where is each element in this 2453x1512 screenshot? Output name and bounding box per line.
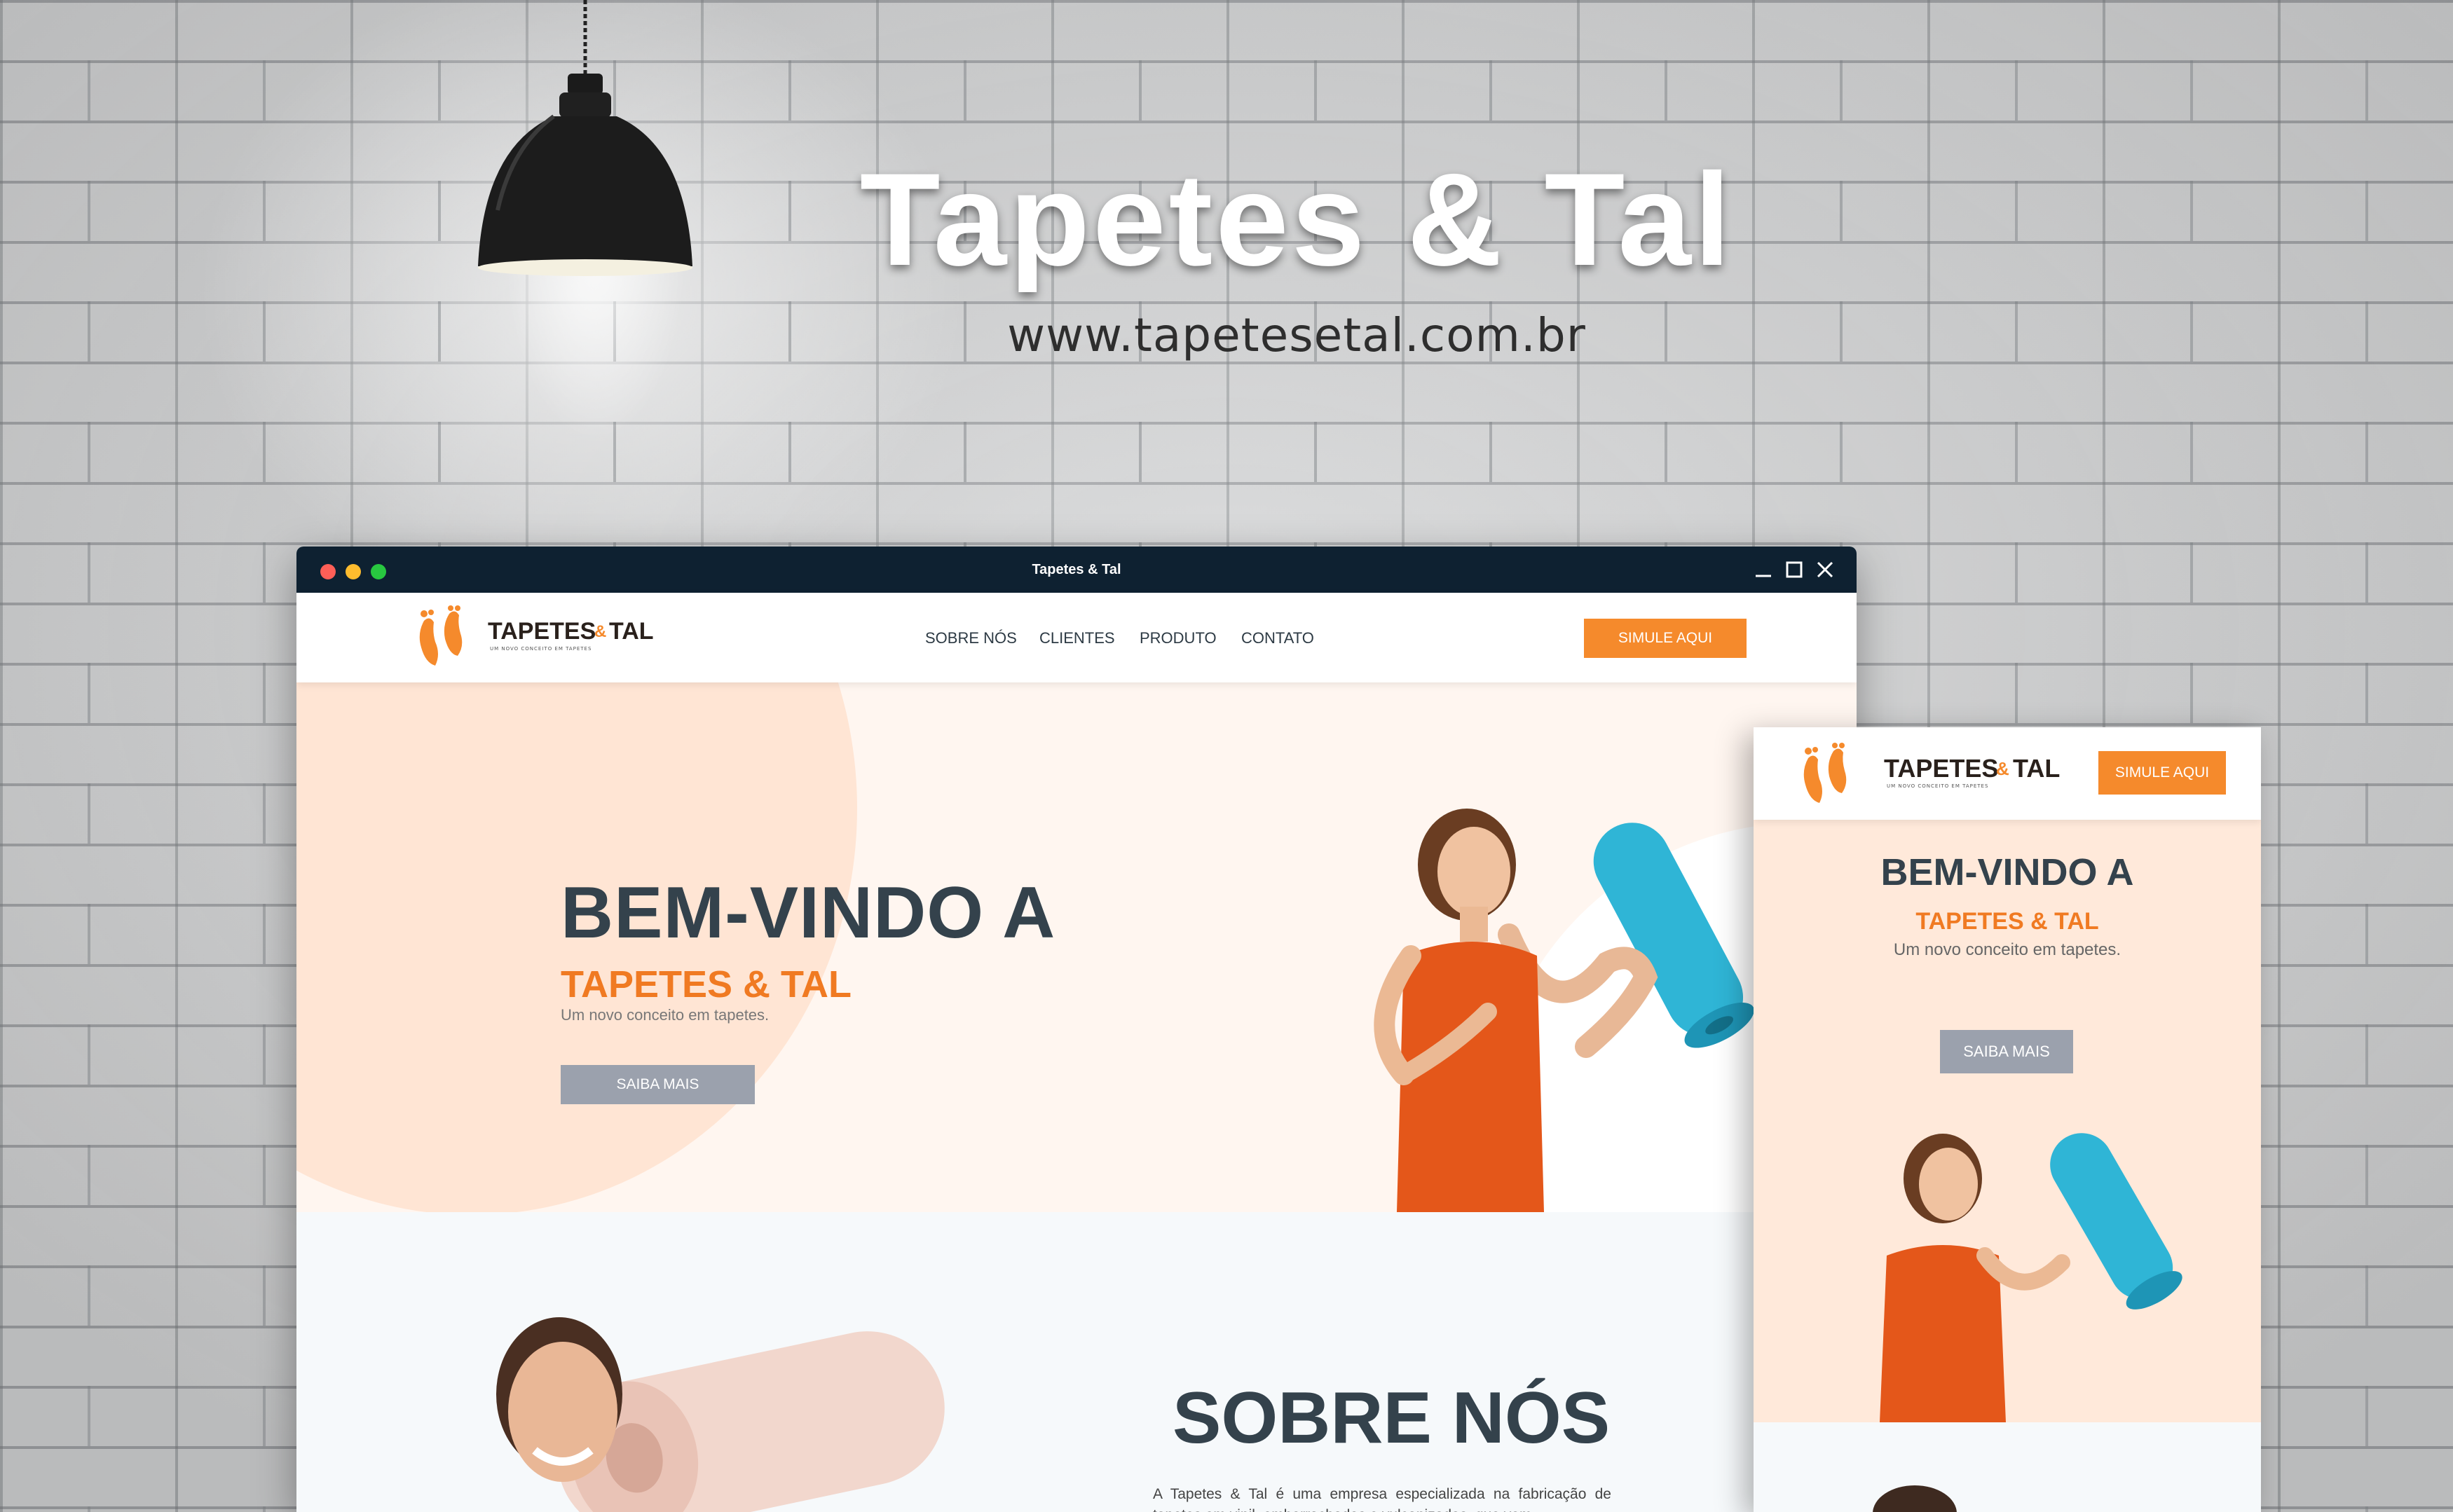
hero-heading: BEM-VINDO A	[561, 872, 1056, 954]
feet-icon[interactable]	[414, 605, 467, 675]
window-titlebar: Tapetes & Tal	[296, 547, 1857, 593]
hero-section: BEM-VINDO A TAPETES & TAL Um novo concei…	[296, 682, 1857, 1212]
nav-link-contato[interactable]: CONTATO	[1241, 629, 1314, 647]
hero-subheading: TAPETES & TAL	[561, 963, 852, 1005]
mobile-logo-text-amp: &	[1996, 758, 2009, 779]
minimize-icon[interactable]	[1751, 558, 1775, 582]
about-man-with-rug-image	[496, 1317, 945, 1512]
logo-text-amp: &	[594, 622, 607, 641]
logo-tagline: UM NOVO CONCEITO EM TAPETES	[490, 646, 592, 652]
mobile-navbar: TAPETES & TAL UM NOVO CONCEITO EM TAPETE…	[1754, 727, 2261, 820]
mobile-mockup: TAPETES & TAL UM NOVO CONCEITO EM TAPETE…	[1754, 727, 2261, 1512]
showcase-title: Tapetes & Tal	[859, 146, 1734, 293]
close-icon[interactable]	[1813, 558, 1837, 582]
hero-text: Um novo conceito em tapetes.	[561, 1006, 770, 1024]
mobile-hero-subheading: TAPETES & TAL	[1915, 908, 2099, 935]
nav-link-sobre-nos[interactable]: SOBRE NÓS	[925, 629, 1017, 647]
nav-link-produto[interactable]: PRODUTO	[1140, 629, 1217, 647]
mobile-logo-text-end: TAL	[2013, 754, 2061, 783]
logo-text-end: TAL	[609, 618, 654, 645]
about-heading: SOBRE NÓS	[1173, 1377, 1611, 1459]
showcase-url: www.tapetesetal.com.br	[1007, 308, 1586, 362]
mobile-hero-section: BEM-VINDO A TAPETES & TAL Um novo concei…	[1754, 820, 2261, 1422]
mobile-logo-tagline: UM NOVO CONCEITO EM TAPETES	[1887, 783, 1989, 789]
mobile-simule-aqui-button[interactable]: SIMULE AQUI	[2098, 751, 2226, 795]
site-navbar: TAPETES & TAL UM NOVO CONCEITO EM TAPETE…	[296, 593, 1857, 682]
desktop-browser-window: Tapetes & Tal TAPETES & TAL UM NOVO CONC…	[296, 547, 1857, 1512]
simule-aqui-button[interactable]: SIMULE AQUI	[1584, 619, 1747, 658]
window-title: Tapetes & Tal	[1032, 562, 1121, 577]
logo-text-main: TAPETES	[488, 618, 596, 645]
hero-woman-with-yoga-mat-image	[1374, 809, 1754, 1212]
mobile-logo-text-main: TAPETES	[1884, 754, 1999, 783]
mobile-saiba-mais-button[interactable]: SAIBA MAIS	[1940, 1030, 2073, 1073]
nav-link-clientes[interactable]: CLIENTES	[1039, 629, 1115, 647]
feet-icon[interactable]	[1798, 743, 1852, 813]
mobile-hero-text: Um novo conceito em tapetes.	[1893, 940, 2121, 959]
saiba-mais-button[interactable]: SAIBA MAIS	[561, 1065, 755, 1104]
about-text: A Tapetes & Tal é uma empresa especializ…	[1153, 1486, 1611, 1512]
about-section: SOBRE NÓS A Tapetes & Tal é uma empresa …	[296, 1212, 1857, 1512]
mobile-about-image	[1873, 1485, 1957, 1512]
mobile-hero-heading: BEM-VINDO A	[1880, 851, 2134, 893]
mobile-hero-woman-with-yoga-mat-image	[1880, 1133, 2182, 1422]
mobile-about-section	[1754, 1422, 2261, 1512]
maximize-icon[interactable]	[1782, 558, 1806, 582]
